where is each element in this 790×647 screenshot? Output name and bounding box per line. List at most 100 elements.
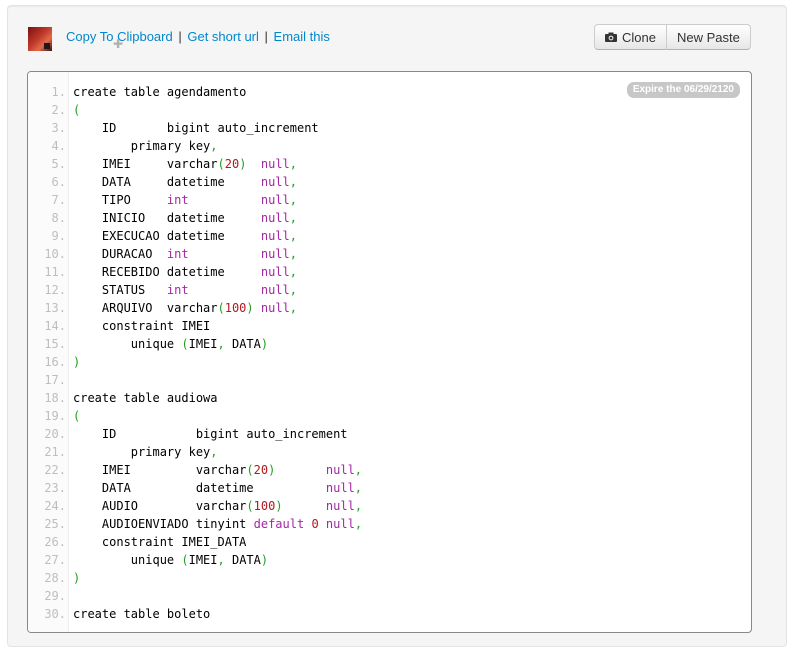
separator: |: [178, 29, 182, 44]
code-token: IMEI varchar: [73, 157, 218, 171]
code-token: DATA datetime: [73, 175, 261, 189]
line-number: 19.: [44, 409, 66, 423]
code-token: STATUS: [73, 283, 167, 297]
code-token: ,: [354, 499, 363, 513]
line-number: 21.: [44, 445, 66, 459]
email-this-link[interactable]: Email this: [274, 29, 330, 44]
code-token: 100: [224, 301, 247, 315]
clone-button-label: Clone: [622, 29, 656, 45]
code-line: 17.: [28, 371, 362, 389]
code-token: ): [73, 571, 81, 585]
line-number: 14.: [44, 319, 66, 333]
line-number: 1.: [51, 85, 66, 99]
code-line: 18. create table audiowa: [28, 389, 362, 407]
code-token: 100: [253, 499, 276, 513]
line-number: 20.: [44, 427, 66, 441]
new-paste-button[interactable]: New Paste: [666, 24, 751, 50]
code-token: DURACAO: [73, 247, 167, 261]
line-number: 5.: [51, 157, 66, 171]
code-token: ,: [354, 517, 363, 531]
code-line: 3. ID bigint auto_increment: [28, 119, 362, 137]
code-token: AUDIOENVIADO tinyint: [73, 517, 254, 531]
code-token: unique: [73, 337, 182, 351]
code-line: 22. IMEI varchar(20) null,: [28, 461, 362, 479]
code-token: null: [260, 229, 290, 243]
code-token: ): [260, 553, 269, 567]
code-line: 2. (: [28, 101, 362, 119]
code-view[interactable]: 1. create table agendamento 2. (3. ID bigin…: [27, 71, 752, 633]
code-token: (: [246, 463, 254, 477]
code-token: ,: [289, 229, 297, 243]
code-line: 14. constraint IMEI: [28, 317, 362, 335]
code-text: DURACAO int null,: [73, 245, 297, 263]
code-token: ): [246, 301, 254, 315]
line-number: 11.: [44, 265, 66, 279]
code-line: 8. INICIO datetime null,: [28, 209, 362, 227]
code-text: unique (IMEI, DATA): [73, 335, 268, 353]
code-line: 11. RECEBIDO datetime null,: [28, 263, 362, 281]
code-token: ,: [210, 445, 218, 459]
code-text: primary key,: [73, 443, 218, 461]
clone-button[interactable]: Clone: [594, 24, 667, 50]
code-line: 26. constraint IMEI_DATA: [28, 533, 362, 551]
code-token: default: [253, 517, 305, 531]
code-token: constraint IMEI_DATA: [73, 535, 247, 549]
expire-badge: Expire the 06/29/2120: [626, 82, 740, 98]
code-line: 23. DATA datetime null,: [28, 479, 362, 497]
line-number: 18.: [44, 391, 66, 405]
code-line: 21. primary key,: [28, 443, 362, 461]
code-token: DATA: [224, 553, 261, 567]
code-token: constraint IMEI: [73, 319, 211, 333]
code-token: unique: [73, 553, 182, 567]
line-number: 9.: [51, 229, 66, 243]
code-token: ): [275, 499, 283, 513]
line-number: 16.: [44, 355, 66, 369]
line-number: 25.: [44, 517, 66, 531]
code-line: 7. TIPO int null,: [28, 191, 362, 209]
line-number: 28.: [44, 571, 66, 585]
code-token: null: [260, 211, 290, 225]
code-token: AUDIO varchar: [73, 499, 247, 513]
code-token: (: [217, 157, 225, 171]
code-token: ,: [217, 337, 225, 351]
code-token: null: [260, 193, 290, 207]
code-token: int: [166, 193, 189, 207]
avatar-detail: [44, 43, 50, 49]
user-avatar[interactable]: [28, 27, 52, 51]
code-text: ): [73, 353, 80, 371]
code-lines: 1. create table agendamento 2. (3. ID bigin…: [28, 83, 362, 623]
code-token: 20: [224, 157, 240, 171]
code-token: IMEI varchar: [73, 463, 247, 477]
code-text: unique (IMEI, DATA): [73, 551, 268, 569]
code-token: null: [260, 283, 290, 297]
code-token: ,: [289, 301, 298, 315]
code-token: 0: [311, 517, 319, 531]
code-token: ,: [289, 265, 297, 279]
code-line: 28.): [28, 569, 362, 587]
code-line: 24. AUDIO varchar(100) null,: [28, 497, 362, 515]
code-token: ARQUIVO varchar: [73, 301, 218, 315]
line-number: 22.: [44, 463, 66, 477]
code-line: 13. ARQUIVO varchar(100) null,: [28, 299, 362, 317]
separator: |: [264, 29, 268, 44]
line-number: 4.: [51, 139, 66, 153]
code-text: (: [73, 101, 80, 119]
code-token: int: [166, 247, 189, 261]
code-token: RECEBIDO datetime: [73, 265, 261, 279]
code-token: (: [246, 499, 254, 513]
code-token: create table boleto: [73, 607, 211, 621]
code-token: ,: [289, 211, 297, 225]
code-text: create table audiowa: [73, 389, 218, 407]
get-short-url-link[interactable]: Get short url: [187, 29, 259, 44]
code-token: INICIO datetime: [73, 211, 261, 225]
code-text: ID bigint auto_increment: [73, 425, 348, 443]
code-text: constraint IMEI_DATA: [73, 533, 247, 551]
code-line: 6. DATA datetime null,: [28, 173, 362, 191]
line-number: 23.: [44, 481, 66, 495]
code-token: ,: [210, 139, 218, 153]
